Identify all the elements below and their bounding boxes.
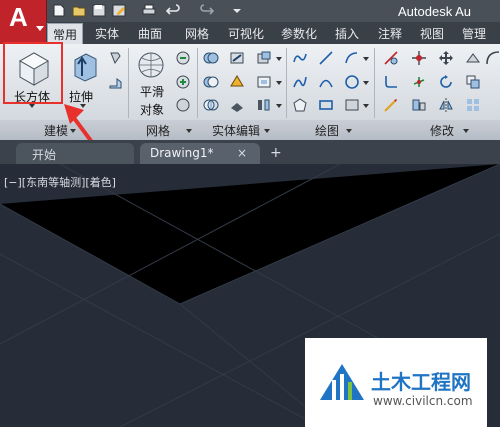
- app-menu-caret-icon: [36, 26, 44, 31]
- intersect-icon[interactable]: [203, 97, 219, 113]
- tab-mesh[interactable]: 网格: [185, 25, 209, 42]
- mesh-smooth-less-icon[interactable]: [175, 74, 191, 90]
- smooth-label-line1: 平滑: [140, 85, 165, 99]
- panel-draw-label: 绘图: [315, 124, 340, 138]
- extract-edges-icon[interactable]: [229, 97, 245, 113]
- panel-solid-edit-expand-icon[interactable]: [264, 129, 270, 133]
- file-tab-drawing-label: Drawing1*: [150, 146, 214, 160]
- draw-dropdown-icon[interactable]: [363, 81, 369, 85]
- smooth-sphere-icon: [138, 52, 164, 78]
- tab-visualize[interactable]: 可视化: [228, 25, 264, 42]
- fillet-icon[interactable]: [383, 74, 399, 90]
- region-icon[interactable]: [344, 97, 360, 113]
- tab-view[interactable]: 视图: [420, 25, 444, 42]
- box-dropdown-icon[interactable]: [29, 104, 35, 108]
- tab-home-label: 常用: [53, 28, 78, 42]
- watermark-title: 土木工程网: [371, 370, 471, 394]
- circle-icon[interactable]: [344, 74, 360, 90]
- tab-manage[interactable]: 管理: [462, 25, 486, 42]
- line-icon[interactable]: [318, 50, 334, 66]
- move-arrows-icon[interactable]: [438, 50, 454, 66]
- solid-history-icon[interactable]: [256, 50, 272, 66]
- erase-icon[interactable]: [465, 50, 481, 66]
- panel-mesh-label: 网格: [146, 124, 171, 138]
- new-tab-icon[interactable]: +: [270, 145, 282, 161]
- save-icon[interactable]: [92, 4, 106, 17]
- mesh-refine-icon[interactable]: [175, 97, 191, 113]
- viewport-controls-label[interactable]: [−][东南等轴测][着色]: [4, 174, 116, 190]
- panel-divider: [197, 48, 198, 118]
- trim-icon[interactable]: [383, 50, 399, 66]
- draw-order-icon[interactable]: [383, 97, 399, 113]
- panel-solid-edit-label: 实体编辑: [212, 124, 261, 138]
- print-icon[interactable]: [142, 4, 156, 17]
- app-title: Autodesk Au: [398, 4, 471, 19]
- subtract-icon[interactable]: [203, 74, 219, 90]
- tab-insert[interactable]: 插入: [335, 25, 359, 42]
- panel-divider: [374, 48, 375, 118]
- shell-icon[interactable]: [256, 74, 272, 90]
- solid-edit-dropdown-icon[interactable]: [276, 81, 282, 85]
- rectangle-icon[interactable]: [318, 97, 334, 113]
- highlight-box: [3, 42, 63, 104]
- open-icon[interactable]: [72, 4, 86, 17]
- arc-icon[interactable]: [318, 74, 334, 90]
- solid-edit-dropdown-icon[interactable]: [276, 57, 282, 61]
- arc-more-icon[interactable]: [485, 50, 500, 66]
- tab-parametric[interactable]: 参数化: [281, 25, 317, 42]
- undo-icon[interactable]: [166, 4, 180, 17]
- watermark-logo: [320, 364, 364, 400]
- arc-3point-icon[interactable]: [344, 50, 360, 66]
- union-icon[interactable]: [203, 50, 219, 66]
- slice-icon[interactable]: [229, 74, 245, 90]
- polygon-icon[interactable]: [292, 97, 308, 113]
- close-tab-icon[interactable]: ×: [237, 146, 247, 160]
- move-icon[interactable]: [411, 50, 427, 66]
- quick-access-dropdown-icon[interactable]: [230, 4, 244, 17]
- watermark-url: www.civilcn.com: [373, 394, 473, 408]
- smooth-label-line2: 对象: [140, 103, 165, 117]
- draw-dropdown-icon[interactable]: [363, 104, 369, 108]
- presspull-icon[interactable]: [108, 50, 124, 66]
- array-icon[interactable]: [465, 97, 481, 113]
- extrude-icon: [74, 53, 97, 82]
- tab-solid[interactable]: 实体: [95, 25, 119, 42]
- solid-edit-dropdown-icon[interactable]: [276, 104, 282, 108]
- tab-annotate[interactable]: 注释: [378, 25, 402, 42]
- panel-divider: [286, 48, 287, 118]
- file-tab-start-label: 开始: [32, 148, 57, 162]
- app-logo-letter: A: [9, 2, 28, 32]
- panel-modify-expand-icon[interactable]: [463, 129, 469, 133]
- panel-modify-label: 修改: [430, 124, 455, 138]
- redo-icon[interactable]: [200, 4, 214, 17]
- align-icon[interactable]: [411, 97, 427, 113]
- separate-icon[interactable]: [256, 97, 272, 113]
- polyline-icon[interactable]: [292, 50, 308, 66]
- copy-icon[interactable]: [465, 74, 481, 90]
- interfere-icon[interactable]: [229, 50, 245, 66]
- polysolid-icon[interactable]: [108, 74, 124, 90]
- tab-surface[interactable]: 曲面: [138, 25, 162, 42]
- panel-draw-expand-icon[interactable]: [346, 129, 352, 133]
- mesh-smooth-more-icon[interactable]: [175, 50, 191, 66]
- rotate-icon[interactable]: [438, 74, 454, 90]
- panel-mesh-expand-icon[interactable]: [186, 129, 192, 133]
- 3d-move-icon[interactable]: [411, 74, 427, 90]
- new-icon[interactable]: [52, 4, 66, 17]
- spline-icon[interactable]: [292, 74, 308, 90]
- application-menu-button[interactable]: A: [0, 0, 47, 44]
- draw-dropdown-icon[interactable]: [363, 57, 369, 61]
- saveas-icon[interactable]: [112, 4, 126, 17]
- mirror-icon[interactable]: [438, 97, 454, 113]
